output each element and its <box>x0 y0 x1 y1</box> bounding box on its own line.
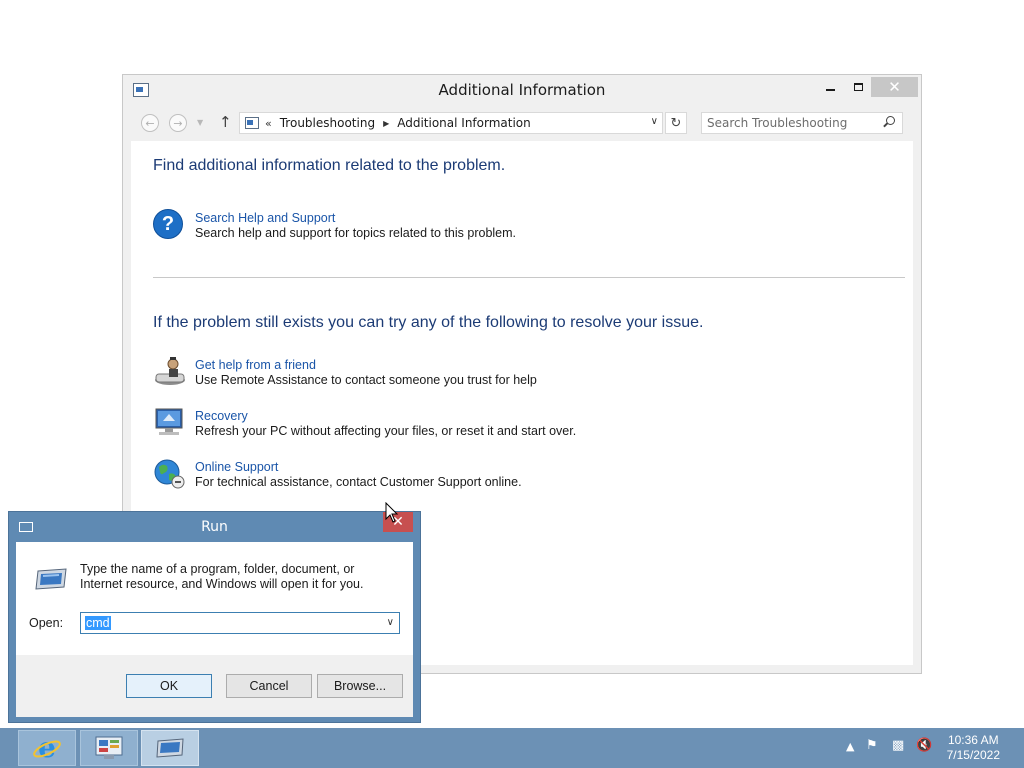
window-title: Additional Information <box>438 81 606 99</box>
breadcrumb-separator-icon[interactable]: ▶ <box>383 119 389 128</box>
section-heading-additional-info: Find additional information related to t… <box>153 157 506 174</box>
control-panel-icon <box>245 117 259 129</box>
up-button[interactable]: ↑ <box>219 113 232 131</box>
recovery-item[interactable]: Recovery Refresh your PC without affecti… <box>153 407 853 447</box>
svg-text:e: e <box>38 733 56 763</box>
recovery-icon <box>153 407 185 439</box>
run-icon <box>156 738 184 758</box>
get-help-friend-link[interactable]: Get help from a friend <box>195 358 316 372</box>
volume-muted-icon[interactable]: 🔇 <box>916 738 932 753</box>
show-hidden-icons[interactable]: ▲ <box>846 740 854 753</box>
maximize-icon <box>853 83 863 91</box>
get-help-friend-description: Use Remote Assistance to contact someone… <box>195 373 537 387</box>
browse-button[interactable]: Browse... <box>317 674 403 698</box>
address-dropdown-icon[interactable]: ∨ <box>651 116 658 127</box>
online-support-link[interactable]: Online Support <box>195 460 278 474</box>
online-support-description: For technical assistance, contact Custom… <box>195 475 522 489</box>
recent-locations-dropdown[interactable]: ▼ <box>197 118 203 127</box>
breadcrumb-troubleshooting[interactable]: Troubleshooting <box>280 116 375 130</box>
window-titlebar[interactable]: Additional Information ✕ <box>123 75 921 105</box>
minimize-icon <box>825 88 835 91</box>
forward-button[interactable]: → <box>169 114 187 132</box>
flag-icon[interactable]: ⚑ <box>866 738 878 753</box>
online-support-icon <box>153 458 185 490</box>
maximize-button[interactable] <box>845 77 871 97</box>
search-icon[interactable] <box>886 116 895 125</box>
system-clock[interactable]: 10:36 AM 7/15/2022 <box>947 733 1000 763</box>
control-panel-icon <box>95 736 123 759</box>
chevron-down-icon[interactable]: ∨ <box>387 617 394 628</box>
run-instructions: Type the name of a program, folder, docu… <box>80 562 364 591</box>
online-support-item[interactable]: Online Support For technical assistance,… <box>153 458 853 498</box>
run-program-icon <box>34 567 67 590</box>
run-title: Run <box>201 519 228 535</box>
search-help-description: Search help and support for topics relat… <box>195 226 517 240</box>
search-box[interactable] <box>701 112 903 134</box>
forward-arrow-icon: → <box>173 116 183 130</box>
taskbar-run[interactable] <box>141 730 199 766</box>
up-arrow-icon: ↑ <box>219 113 232 131</box>
clock-time: 10:36 AM <box>947 733 999 747</box>
run-titlebar[interactable]: Run ✕ <box>9 512 420 542</box>
network-icon[interactable]: ▩ <box>892 738 904 753</box>
close-button[interactable]: ✕ <box>871 77 918 97</box>
run-footer: OK Cancel Browse... <box>16 655 413 717</box>
remote-assistance-icon <box>153 356 185 388</box>
open-combobox[interactable]: cmd ∨ <box>80 612 400 634</box>
get-help-friend-item[interactable]: Get help from a friend Use Remote Assist… <box>153 356 853 396</box>
recovery-description: Refresh your PC without affecting your f… <box>195 424 577 438</box>
back-button[interactable]: ← <box>141 114 159 132</box>
search-help-link[interactable]: Search Help and Support <box>195 211 335 225</box>
breadcrumb-additional-information[interactable]: Additional Information <box>397 116 531 130</box>
minimize-button[interactable] <box>817 77 843 97</box>
clock-date: 7/15/2022 <box>946 748 1000 762</box>
search-input[interactable] <box>702 113 877 133</box>
run-body: Type the name of a program, folder, docu… <box>16 542 413 655</box>
ok-button[interactable]: OK <box>126 674 212 698</box>
taskbar-control-panel[interactable] <box>80 730 138 766</box>
taskbar: e ▲ ⚑ ▩ 🔇 10:36 AM 7/15/2022 <box>0 728 1024 768</box>
help-icon: ? <box>153 209 185 241</box>
taskbar-internet-explorer[interactable]: e <box>18 730 76 766</box>
run-dialog: Run ✕ Type the name of a program, folder… <box>8 511 421 723</box>
navigation-bar: ← → ▼ ↑ « Troubleshooting ▶ Additional I… <box>131 112 913 136</box>
open-label: Open: <box>29 616 64 630</box>
hidden-path-chevron[interactable]: « <box>265 117 272 130</box>
cancel-button[interactable]: Cancel <box>226 674 312 698</box>
help-support-item[interactable]: ? Search Help and Support Search help an… <box>153 209 853 249</box>
section-heading-resolve: If the problem still exists you can try … <box>153 314 704 331</box>
recovery-link[interactable]: Recovery <box>195 409 248 423</box>
back-arrow-icon: ← <box>145 116 155 130</box>
internet-explorer-icon: e <box>33 733 61 763</box>
open-input-value[interactable]: cmd <box>85 616 111 630</box>
refresh-button[interactable]: ↻ <box>665 112 687 134</box>
refresh-icon: ↻ <box>670 115 682 131</box>
divider <box>153 277 905 278</box>
address-bar[interactable]: « Troubleshooting ▶ Additional Informati… <box>239 112 663 134</box>
mouse-cursor-icon <box>385 502 399 523</box>
